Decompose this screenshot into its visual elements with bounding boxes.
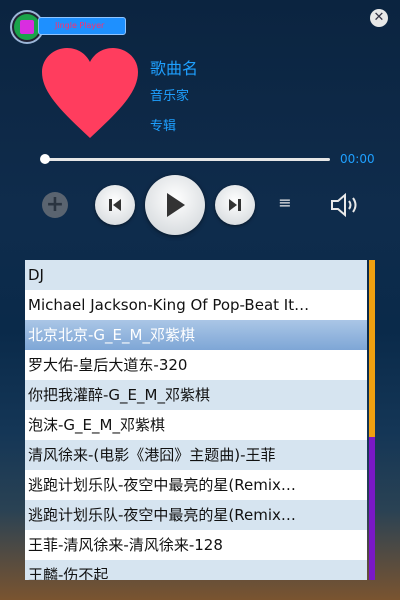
playlist-item[interactable]: 逃跑计划乐队-夜空中最亮的星(Remix…: [25, 500, 367, 530]
playlist[interactable]: DJ Michael Jackson-King Of Pop-Beat It… 北京…: [25, 260, 367, 580]
play-button[interactable]: [145, 175, 205, 235]
playlist-item[interactable]: Michael Jackson-King Of Pop-Beat It…: [25, 290, 367, 320]
progress-handle[interactable]: [40, 154, 50, 164]
next-button[interactable]: [215, 185, 255, 225]
playlist-item[interactable]: 泡沫-G_E_M_邓紫棋: [25, 410, 367, 440]
playlist-item[interactable]: 王麟-伤不起: [25, 560, 367, 580]
playlist-item[interactable]: 北京北京-G_E_M_邓紫棋: [25, 320, 367, 350]
time-display: 00:00: [340, 152, 375, 166]
skin-icon: [14, 14, 40, 40]
close-button[interactable]: ✕: [370, 9, 388, 27]
playlist-item[interactable]: 逃跑计划乐队-夜空中最亮的星(Remix…: [25, 470, 367, 500]
scrollbar-thumb[interactable]: [369, 260, 375, 437]
song-title: 歌曲名: [150, 59, 199, 78]
playlist-scrollbar[interactable]: [369, 260, 375, 580]
menu-icon[interactable]: ≡: [278, 195, 292, 211]
playlist-item[interactable]: DJ: [25, 260, 367, 290]
playlist-item[interactable]: 罗大佑-皇后大道东-320: [25, 350, 367, 380]
skip-back-icon: [109, 199, 121, 211]
playlist-item[interactable]: 清风徐来-(电影《港囧》主题曲)-王菲: [25, 440, 367, 470]
artist-name: 音乐家: [150, 89, 190, 104]
progress-bar[interactable]: [40, 154, 330, 164]
play-icon: [167, 193, 185, 217]
skip-forward-icon: [229, 199, 241, 211]
volume-icon[interactable]: [330, 192, 360, 218]
previous-button[interactable]: [95, 185, 135, 225]
title-input[interactable]: Jingle Player: [38, 17, 126, 35]
playlist-item[interactable]: 王菲-清风徐来-清风徐来-128: [25, 530, 367, 560]
playlist-item[interactable]: 你把我灌醉-G_E_M_邓紫棋: [25, 380, 367, 410]
add-button[interactable]: +: [42, 192, 68, 218]
album-name: 专辑: [150, 119, 177, 134]
heart-icon: [42, 48, 138, 138]
